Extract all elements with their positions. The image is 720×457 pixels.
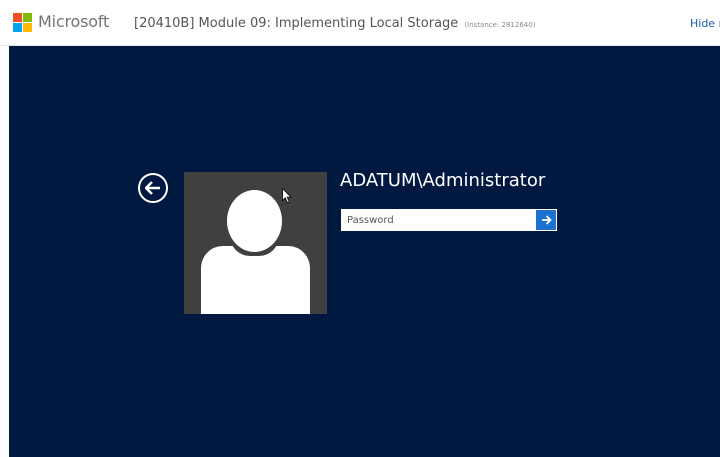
vm-login-screen[interactable]: ADATUM\Administrator bbox=[9, 46, 720, 457]
logo-green-square bbox=[23, 13, 32, 22]
lab-title: [20410B] Module 09: Implementing Local S… bbox=[134, 16, 535, 31]
top-bar: Microsoft [20410B] Module 09: Implementi… bbox=[0, 0, 720, 46]
avatar-head bbox=[227, 190, 282, 252]
right-arrow-icon bbox=[541, 215, 552, 225]
hide-link[interactable]: Hide r bbox=[690, 17, 720, 30]
vm-area: ADATUM\Administrator bbox=[0, 46, 720, 457]
password-input[interactable] bbox=[341, 209, 535, 231]
instance-label: (Instance: 2812640) bbox=[464, 21, 536, 29]
back-arrow-icon bbox=[145, 181, 160, 195]
back-button[interactable] bbox=[138, 173, 168, 203]
submit-button[interactable] bbox=[535, 209, 557, 231]
brand-name: Microsoft bbox=[38, 12, 110, 31]
username-label: ADATUM\Administrator bbox=[340, 170, 546, 191]
avatar-body bbox=[201, 246, 310, 314]
mouse-cursor-icon bbox=[282, 188, 292, 204]
user-avatar bbox=[184, 172, 327, 314]
logo-red-square bbox=[13, 13, 22, 22]
lab-title-text: [20410B] Module 09: Implementing Local S… bbox=[134, 16, 459, 31]
logo-blue-square bbox=[13, 23, 22, 32]
logo-yellow-square bbox=[23, 23, 32, 32]
microsoft-logo-icon bbox=[13, 13, 33, 33]
